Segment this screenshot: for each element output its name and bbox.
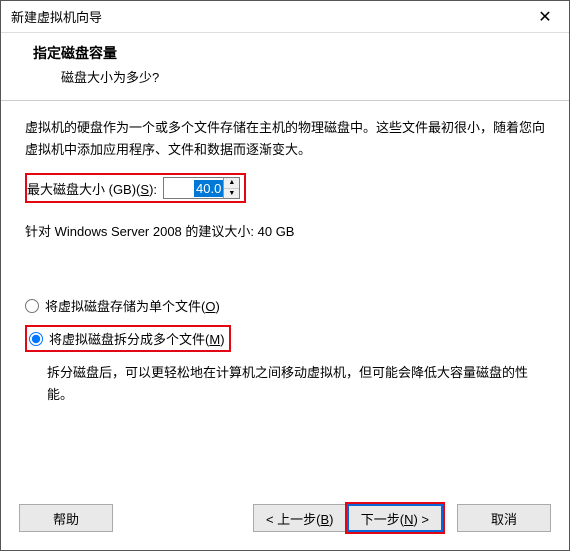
close-icon[interactable]: ✕ bbox=[525, 3, 565, 31]
wizard-window: 新建虚拟机向导 ✕ 指定磁盘容量 磁盘大小为多少? 虚拟机的硬盘作为一个或多个文… bbox=[0, 0, 570, 551]
help-button[interactable]: 帮助 bbox=[19, 504, 113, 532]
content-area: 虚拟机的硬盘作为一个或多个文件存储在主机的物理磁盘中。这些文件最初很小，随着您向… bbox=[1, 101, 569, 490]
page-title: 指定磁盘容量 bbox=[33, 43, 551, 63]
max-disk-value[interactable]: 40.0 bbox=[194, 180, 223, 197]
storage-options: 将虚拟磁盘存储为单个文件(O) 将虚拟磁盘拆分成多个文件(M) 拆分磁盘后，可以… bbox=[25, 296, 545, 406]
max-disk-row: 最大磁盘大小 (GB)(S): 40.0 ▲ ▼ bbox=[25, 171, 545, 203]
max-disk-highlight: 最大磁盘大小 (GB)(S): 40.0 ▲ ▼ bbox=[25, 173, 246, 203]
back-button[interactable]: < 上一步(B) bbox=[253, 504, 347, 532]
page-subtitle: 磁盘大小为多少? bbox=[61, 67, 551, 86]
description-text: 虚拟机的硬盘作为一个或多个文件存储在主机的物理磁盘中。这些文件最初很小，随着您向… bbox=[25, 117, 545, 161]
option-split-highlight: 将虚拟磁盘拆分成多个文件(M) bbox=[25, 325, 231, 352]
spin-up-icon[interactable]: ▲ bbox=[224, 178, 239, 189]
wizard-header: 指定磁盘容量 磁盘大小为多少? bbox=[1, 33, 569, 101]
recommendation-text: 针对 Windows Server 2008 的建议大小: 40 GB bbox=[25, 221, 545, 240]
option-split-file-row: 将虚拟磁盘拆分成多个文件(M) bbox=[25, 325, 545, 352]
max-disk-spinbox[interactable]: 40.0 ▲ ▼ bbox=[163, 177, 240, 199]
option-single-file-label: 将虚拟磁盘存储为单个文件(O) bbox=[45, 296, 220, 315]
radio-split-file[interactable] bbox=[29, 332, 43, 346]
max-disk-label: 最大磁盘大小 (GB)(S): bbox=[27, 179, 157, 198]
spin-buttons[interactable]: ▲ ▼ bbox=[223, 178, 239, 198]
cancel-button[interactable]: 取消 bbox=[457, 504, 551, 532]
footer: 帮助 < 上一步(B) 下一步(N) > 取消 bbox=[1, 490, 569, 550]
spin-down-icon[interactable]: ▼ bbox=[224, 189, 239, 199]
window-title: 新建虚拟机向导 bbox=[11, 7, 525, 26]
option-split-description: 拆分磁盘后，可以更轻松地在计算机之间移动虚拟机，但可能会降低大容量磁盘的性能。 bbox=[47, 362, 545, 406]
option-single-file[interactable]: 将虚拟磁盘存储为单个文件(O) bbox=[25, 296, 545, 315]
footer-right-group: < 上一步(B) 下一步(N) > 取消 bbox=[253, 504, 551, 532]
next-button[interactable]: 下一步(N) > bbox=[347, 504, 443, 532]
option-split-file-label[interactable]: 将虚拟磁盘拆分成多个文件(M) bbox=[49, 329, 225, 348]
radio-single-file[interactable] bbox=[25, 299, 39, 313]
titlebar: 新建虚拟机向导 ✕ bbox=[1, 1, 569, 33]
